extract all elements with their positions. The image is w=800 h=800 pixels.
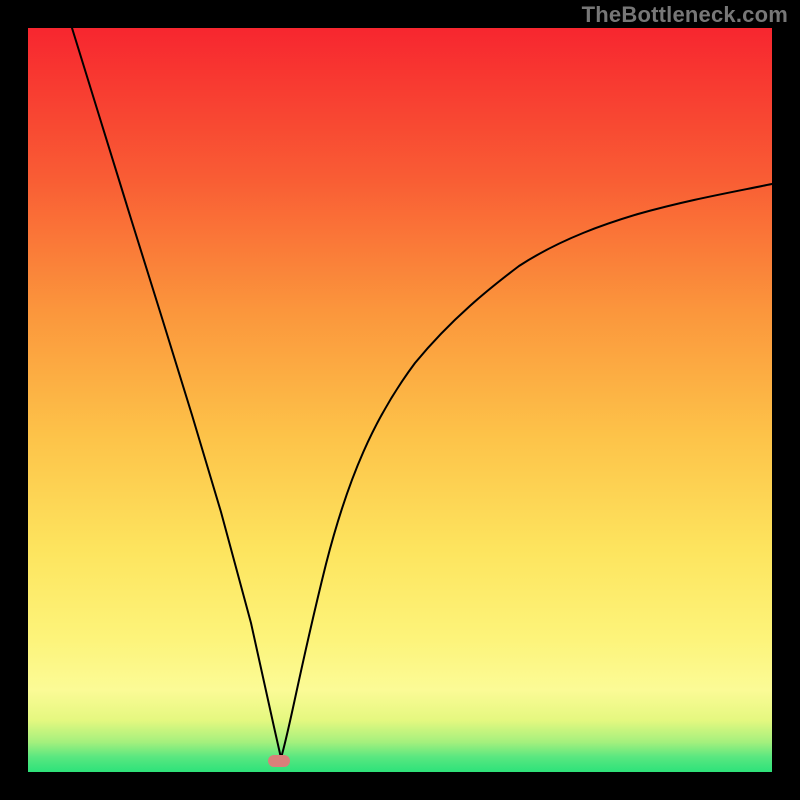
curve-left-branch — [72, 28, 281, 758]
chart-frame: TheBottleneck.com — [0, 0, 800, 800]
curve-right-branch — [281, 184, 772, 758]
optimal-marker — [268, 755, 290, 767]
bottleneck-curve — [28, 28, 772, 772]
watermark-text: TheBottleneck.com — [582, 2, 788, 28]
plot-area — [28, 28, 772, 772]
